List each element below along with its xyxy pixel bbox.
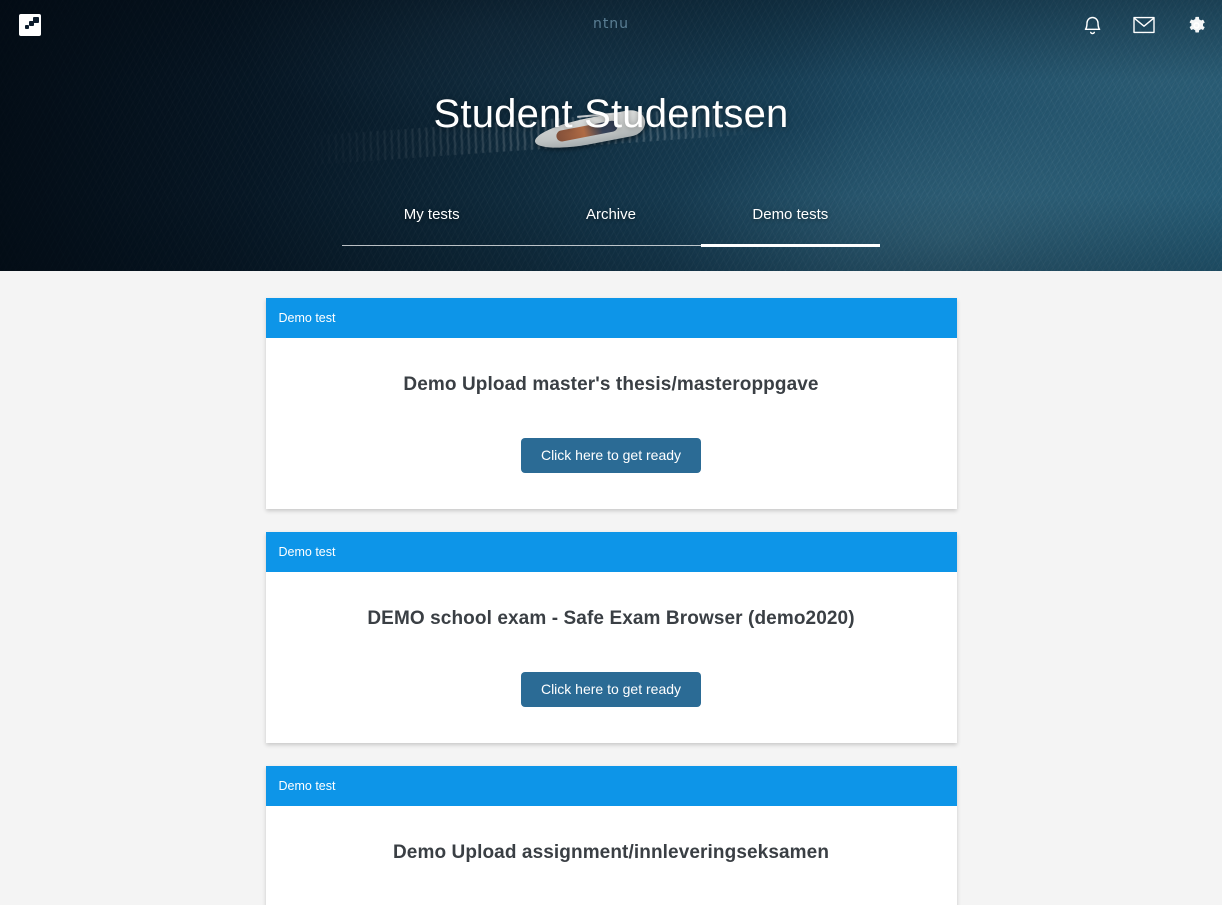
card-header: Demo test <box>265 298 957 338</box>
get-ready-button[interactable]: Click here to get ready <box>520 438 702 473</box>
hero-content: ntnu Student Studentsen My tests Archive… <box>0 0 1222 271</box>
card-body: DEMO school exam - Safe Exam Browser (de… <box>266 572 957 743</box>
tab-underline-active <box>701 244 880 247</box>
card-action: Click here to get ready <box>286 438 937 473</box>
card-action: Click here to get ready <box>286 672 937 707</box>
brand-wordmark: ntnu <box>592 16 630 32</box>
card-title: Demo Upload master's thesis/masteroppgav… <box>403 374 819 395</box>
tab-list: My tests Archive Demo tests <box>342 206 880 238</box>
hero-banner: ntnu Student Studentsen My tests Archive… <box>0 0 1222 271</box>
card-body: Demo Upload assignment/innleveringseksam… <box>266 806 957 905</box>
card-title: DEMO school exam - Safe Exam Browser (de… <box>367 608 855 629</box>
top-navigation-bar: ntnu <box>0 0 1222 50</box>
tab-archive[interactable]: Archive <box>521 206 700 238</box>
tab-demo-tests[interactable]: Demo tests <box>701 206 880 238</box>
envelope-icon[interactable] <box>1130 11 1158 39</box>
demo-tests-list: Demo test Demo Upload master's thesis/ma… <box>0 271 1222 905</box>
image-placeholder-icon[interactable] <box>19 14 41 36</box>
card-header-label: Demo test <box>278 545 336 559</box>
bell-icon[interactable] <box>1078 11 1106 39</box>
tab-bar: My tests Archive Demo tests <box>342 206 880 252</box>
page-title: Student Studentsen <box>433 92 789 136</box>
card-header-label: Demo test <box>278 779 336 793</box>
card-header: Demo test <box>265 532 957 572</box>
tab-underline-group <box>342 244 880 248</box>
gear-icon[interactable] <box>1182 11 1210 39</box>
tab-my-tests[interactable]: My tests <box>342 206 521 238</box>
card-header-label: Demo test <box>278 311 336 325</box>
test-card: Demo test DEMO school exam - Safe Exam B… <box>265 532 957 743</box>
card-body: Demo Upload master's thesis/masteroppgav… <box>266 338 957 509</box>
test-card: Demo test Demo Upload master's thesis/ma… <box>265 298 957 509</box>
get-ready-button[interactable]: Click here to get ready <box>520 672 702 707</box>
test-card: Demo test Demo Upload assignment/innleve… <box>265 766 957 905</box>
tab-underline-inactive <box>342 245 701 246</box>
card-title: Demo Upload assignment/innleveringseksam… <box>392 842 830 863</box>
card-header: Demo test <box>265 766 957 806</box>
topbar-icon-group <box>1078 0 1210 50</box>
